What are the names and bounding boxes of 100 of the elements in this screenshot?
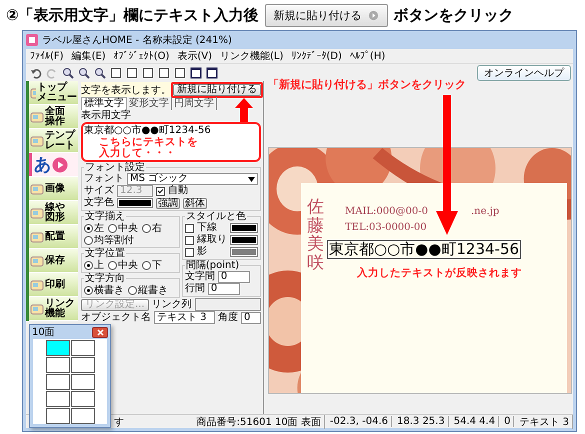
card-icon	[30, 230, 44, 244]
label-slot[interactable]	[46, 374, 70, 390]
mail-text: MAIL:000@00-0	[345, 206, 428, 217]
dropdown-icon	[248, 176, 255, 182]
menu-item[interactable]: ｵﾌﾞｼﾞｪｸﾄ(O)	[114, 50, 170, 62]
square-icon[interactable]	[110, 66, 122, 78]
step-heading: ②「表示用文字」欄にテキスト入力後	[6, 6, 259, 24]
field-label: 行間	[184, 283, 205, 295]
menu-item[interactable]: 表示(V)	[177, 49, 212, 63]
card-icon	[30, 206, 44, 220]
color-picker[interactable]	[230, 247, 258, 257]
field-label: 表示用文字	[81, 110, 132, 122]
radio-button[interactable]	[84, 286, 93, 294]
checkbox[interactable]	[184, 224, 194, 232]
nav-item[interactable]: あ	[29, 153, 78, 177]
text-input-field[interactable]: 東京都○○市●●町1234-56	[84, 125, 258, 137]
nav-item[interactable]: 配置	[29, 225, 78, 249]
radio-button[interactable]	[108, 260, 117, 270]
nav-item[interactable]: 保存	[29, 249, 78, 273]
radio-label: 中央	[118, 222, 138, 234]
label-slot[interactable]	[70, 390, 94, 406]
nav-item[interactable]: 画像	[29, 177, 78, 201]
radio-label: 左	[94, 222, 104, 235]
menu-item[interactable]: 編集(E)	[72, 49, 106, 63]
nav-item[interactable]: テンプ レート	[29, 129, 78, 153]
window-icon[interactable]	[190, 66, 202, 78]
window-title: ラベル屋さんHOME - 名称未設定 (241%)	[42, 34, 232, 47]
tab[interactable]: 変形文字	[127, 97, 172, 110]
checkbox[interactable]	[184, 248, 194, 256]
nav-item[interactable]: 線や 図形	[29, 201, 78, 225]
callout-text: 「新規に貼り付ける」ボタンをクリック	[268, 77, 466, 92]
color-picker[interactable]	[117, 198, 153, 208]
checkbox[interactable]	[184, 236, 194, 244]
up-arrow	[235, 98, 253, 122]
close-icon	[96, 328, 104, 336]
undo-icon[interactable]	[30, 66, 42, 78]
radio-label: 中央	[118, 258, 138, 272]
label-slot[interactable]	[70, 408, 94, 424]
nav-item[interactable]: トップ メニュー	[29, 81, 78, 105]
label-slot[interactable]	[70, 374, 94, 390]
magnifier-icon[interactable]	[78, 66, 90, 78]
label-slot[interactable]	[46, 408, 70, 424]
checkbox-label: 影	[196, 246, 207, 258]
label-slot[interactable]	[46, 356, 70, 372]
menu-item[interactable]: ﾍﾙﾌﾟ(H)	[350, 50, 386, 62]
radio-button[interactable]	[142, 224, 151, 232]
bold-button[interactable]: 強調	[156, 198, 180, 208]
radio-button[interactable]	[84, 260, 93, 270]
tab[interactable]: 円周文字	[172, 97, 217, 110]
status-text: 54.4 4.4	[450, 416, 500, 427]
address-text[interactable]: 東京都○○市●●町1234-56	[327, 240, 522, 259]
group-title: フォント設定	[84, 162, 146, 173]
magnifier-icon[interactable]	[94, 66, 106, 78]
spin-field[interactable]: 0	[218, 271, 250, 283]
nav-item[interactable]: リンク 機能	[29, 297, 78, 321]
label-slot[interactable]	[70, 340, 94, 356]
italic-button[interactable]: 斜体	[183, 198, 207, 208]
window-icon[interactable]	[206, 66, 218, 78]
object-name-field[interactable]: テキスト 3	[154, 311, 215, 324]
status-text: 18.3 25.3	[394, 416, 449, 427]
square-icon[interactable]	[174, 66, 186, 78]
card-icon	[30, 86, 36, 100]
radio-button[interactable]	[128, 286, 137, 294]
magnifier-icon[interactable]	[62, 66, 74, 78]
label-slot[interactable]	[46, 340, 70, 356]
close-button[interactable]	[92, 326, 108, 338]
menu-item[interactable]: ﾌｧｲﾙ(F)	[30, 50, 64, 62]
radio-label: 均等割付	[94, 234, 134, 247]
status-text: 商品番号:51601 10面 表面	[194, 414, 325, 428]
color-picker[interactable]	[230, 235, 258, 245]
status-text: テキスト 3	[516, 414, 573, 428]
square-icon[interactable]	[142, 66, 154, 78]
radio-button[interactable]	[108, 224, 117, 232]
online-help-button[interactable]: オンラインヘルプ	[477, 64, 571, 80]
radio-label: 右	[152, 222, 162, 235]
label-slot[interactable]	[46, 390, 70, 406]
group-title: 文字揃え	[84, 211, 126, 222]
angle-field[interactable]: 0	[241, 312, 261, 324]
card-icon	[30, 278, 44, 292]
square-icon[interactable]	[126, 66, 138, 78]
radio-button[interactable]	[142, 260, 151, 270]
radio-button[interactable]	[84, 224, 93, 232]
paste-button[interactable]: 新規に貼り付ける	[173, 84, 261, 96]
menu-item[interactable]: ﾘﾝｸﾃﾞｰﾀ(D)	[291, 50, 342, 62]
mail-text: .ne.jp	[471, 206, 500, 217]
square-icon[interactable]	[158, 66, 170, 78]
nav-item[interactable]: 全面 操作	[29, 105, 78, 129]
field-label: オブジェクト名	[81, 312, 151, 324]
spin-field[interactable]: 0	[208, 283, 240, 295]
color-picker[interactable]	[230, 223, 258, 233]
nav-item[interactable]: 印刷	[29, 273, 78, 297]
radio-button[interactable]	[84, 236, 93, 244]
font-dropdown[interactable]: MS ゴシック	[127, 173, 258, 185]
label-slot[interactable]	[70, 356, 94, 372]
phone-text: TEL:03-0000-00	[345, 222, 427, 233]
tab[interactable]: 標準文字	[81, 97, 127, 110]
link-field[interactable]	[194, 298, 261, 311]
checkbox[interactable]	[156, 186, 165, 196]
field-label: リンク列	[152, 298, 192, 310]
menu-item[interactable]: リンク機能(L)	[220, 49, 284, 63]
